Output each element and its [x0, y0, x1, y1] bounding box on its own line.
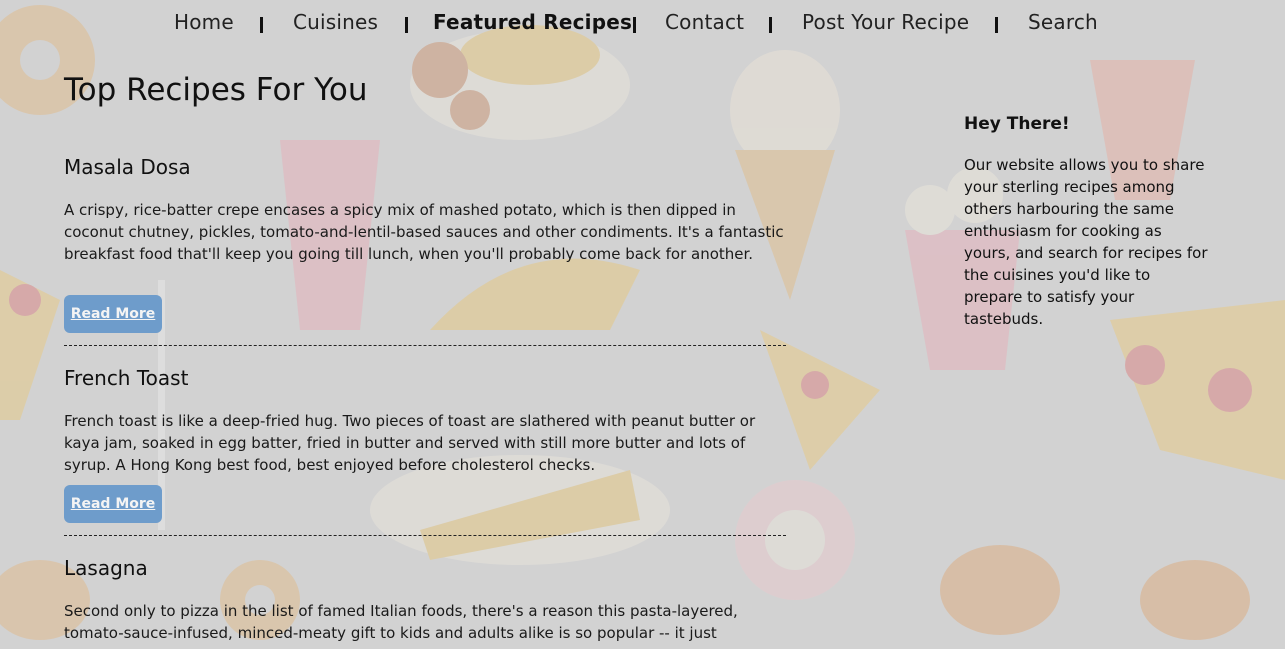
- nav-separator: [405, 17, 408, 33]
- read-more-button[interactable]: Read More: [64, 485, 162, 523]
- recipe-title: Lasagna: [64, 556, 148, 580]
- recipe-card-lasagna: Lasagna Second only to pizza in the list…: [64, 556, 786, 649]
- top-navigation: Home Cuisines Featured Recipes Contact P…: [0, 0, 1285, 48]
- nav-featured-recipes[interactable]: Featured Recipes: [433, 10, 632, 34]
- recipe-card-french-toast: French Toast French toast is like a deep…: [64, 366, 786, 536]
- sidebar-title: Hey There!: [964, 114, 1070, 134]
- nav-home[interactable]: Home: [174, 10, 234, 34]
- recipe-divider: [64, 535, 786, 536]
- page-title: Top Recipes For You: [64, 72, 368, 108]
- recipe-card-masala-dosa: Masala Dosa A crispy, rice-batter crepe …: [64, 155, 786, 346]
- nav-separator: [260, 17, 263, 33]
- read-more-button[interactable]: Read More: [64, 295, 162, 333]
- nav-separator: [769, 17, 772, 33]
- sidebar-text: Our website allows you to share your ste…: [964, 156, 1208, 328]
- nav-search[interactable]: Search: [1028, 10, 1098, 34]
- sidebar-intro: Hey There! Our website allows you to sha…: [964, 114, 1210, 328]
- nav-separator: [995, 17, 998, 33]
- recipe-title: Masala Dosa: [64, 155, 191, 179]
- nav-contact[interactable]: Contact: [665, 10, 744, 34]
- recipe-description: French toast is like a deep-fried hug. T…: [64, 412, 756, 474]
- recipe-divider: [64, 345, 786, 346]
- nav-cuisines[interactable]: Cuisines: [293, 10, 378, 34]
- recipe-title: French Toast: [64, 366, 189, 390]
- recipe-description: Second only to pizza in the list of fame…: [64, 602, 738, 642]
- nav-post-your-recipe[interactable]: Post Your Recipe: [802, 10, 969, 34]
- recipe-description: A crispy, rice-batter crepe encases a sp…: [64, 201, 784, 263]
- nav-separator: [633, 17, 636, 33]
